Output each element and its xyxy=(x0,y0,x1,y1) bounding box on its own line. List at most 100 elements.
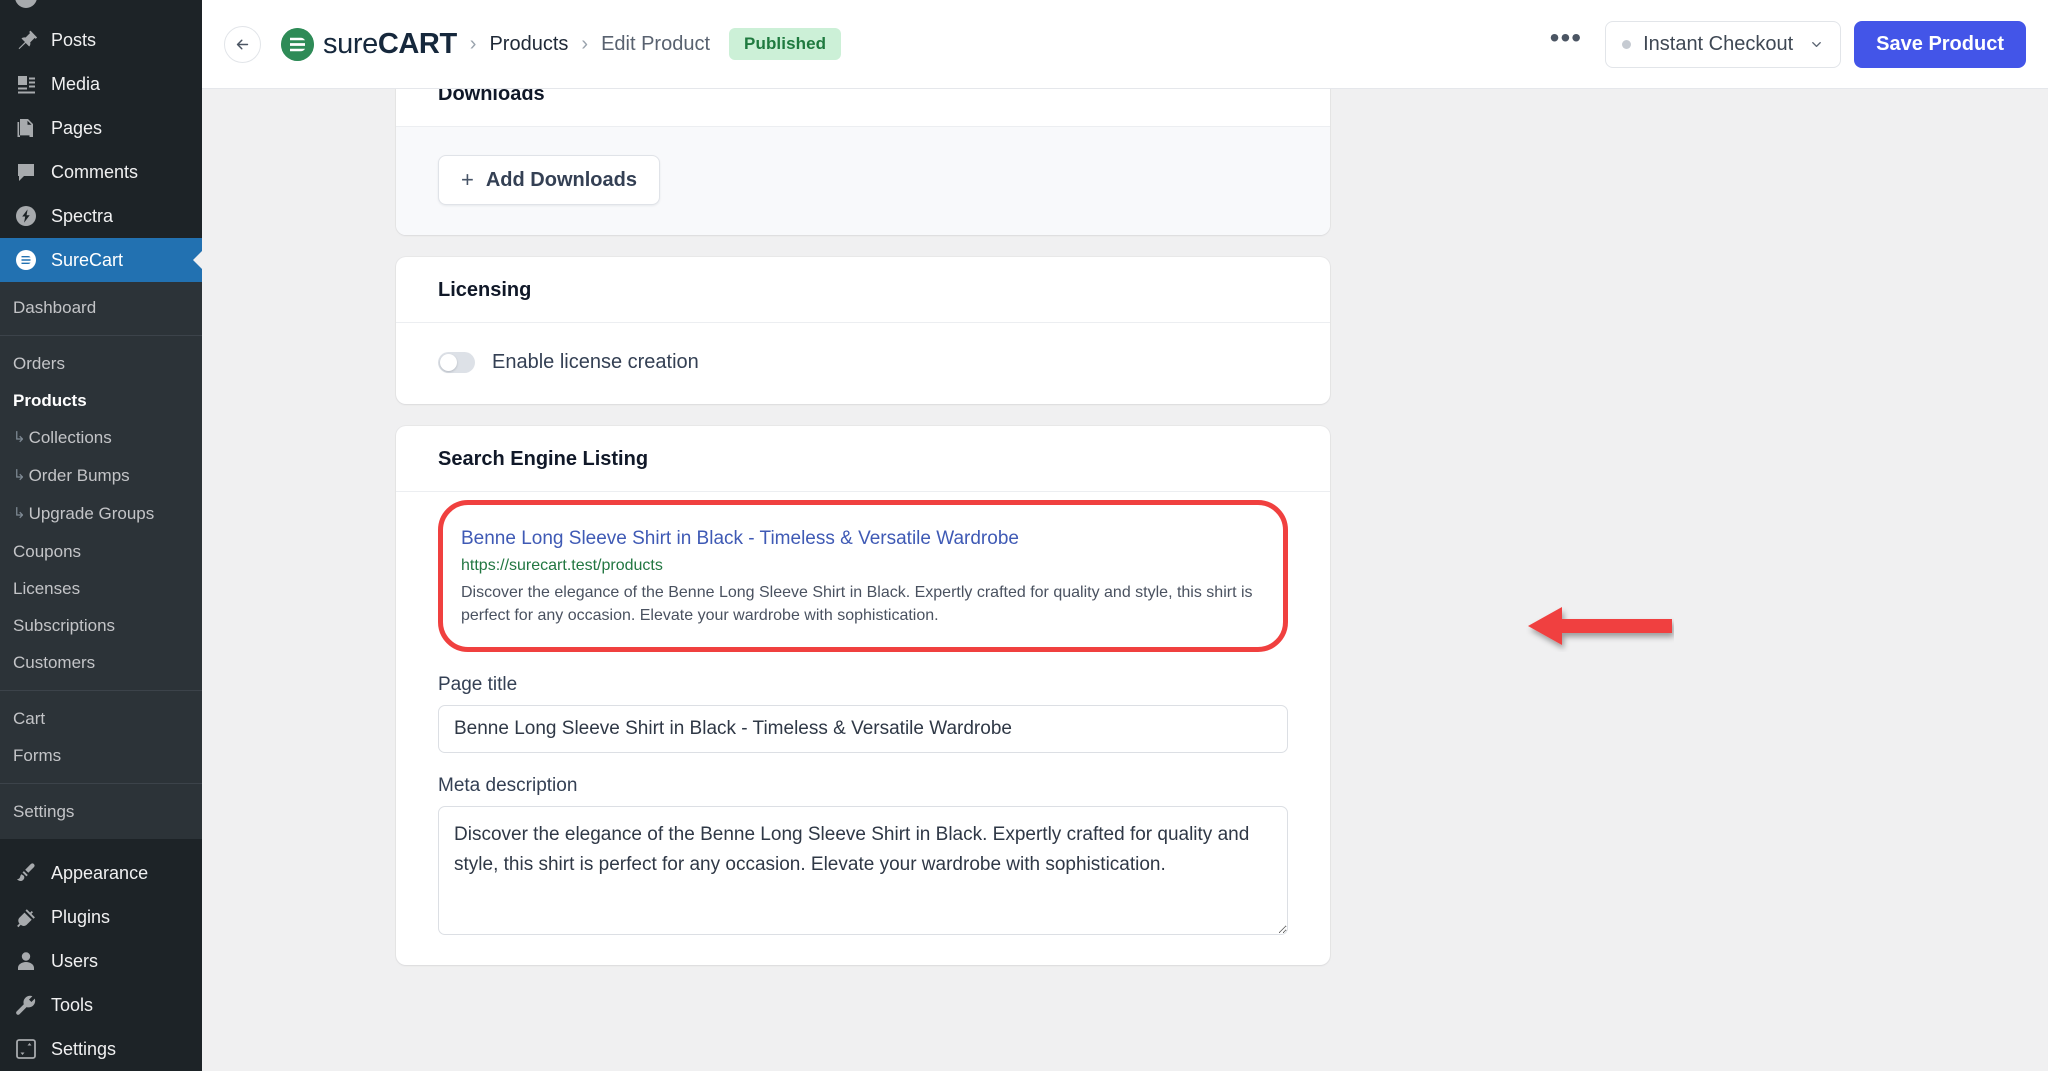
sidebar-item-surecart[interactable]: SureCart xyxy=(0,238,202,282)
sidebar-subitem-label: Collections xyxy=(28,428,112,447)
topbar-actions: ••• Instant Checkout Save Product xyxy=(1537,20,2026,68)
licensing-card: Licensing Enable license creation xyxy=(396,257,1330,404)
surecart-brand[interactable]: sureCART xyxy=(281,27,457,61)
sidebar-subitem-label: Upgrade Groups xyxy=(28,504,155,523)
sidebar-subitem-settings[interactable]: Settings xyxy=(0,793,202,830)
surecart-wordmark: sureCART xyxy=(323,28,457,61)
submenu-divider xyxy=(0,783,202,784)
meta-description-textarea[interactable]: Discover the elegance of the Benne Long … xyxy=(438,806,1288,936)
sidebar-item-label: Pages xyxy=(51,118,103,138)
checkout-type-select[interactable]: Instant Checkout xyxy=(1605,20,1842,68)
back-button[interactable] xyxy=(224,25,261,63)
chevron-down-icon xyxy=(1812,41,1822,47)
sidebar-subitem-label: Subscriptions xyxy=(13,616,116,635)
sidebar-subitem-label: Settings xyxy=(13,802,75,821)
enable-license-creation-row[interactable]: Enable license creation xyxy=(438,351,1288,374)
sidebar-item-label: Tools xyxy=(51,995,94,1015)
meta-description-label: Meta description xyxy=(438,775,578,797)
surecart-logo-icon xyxy=(281,27,314,61)
sidebar-item-plugins[interactable]: Plugins xyxy=(0,895,202,939)
enable-license-creation-toggle[interactable] xyxy=(438,352,475,373)
sidebar-item-comments[interactable]: Comments xyxy=(0,150,202,194)
add-downloads-button[interactable]: + Add Downloads xyxy=(438,155,660,205)
sidebar-subitem-licenses[interactable]: Licenses xyxy=(0,570,202,607)
downloads-card: Downloads + Add Downloads xyxy=(396,89,1330,235)
main-region: sureCART › Products › Edit Product Publi… xyxy=(202,0,2048,1071)
wrench-icon xyxy=(13,992,39,1018)
sidebar-item-label: Plugins xyxy=(51,907,111,927)
downloads-title: Downloads xyxy=(438,89,545,105)
brand-cart-text: CART xyxy=(377,27,457,60)
sidebar-subitem-upgrade-groups[interactable]: ↳ Upgrade Groups xyxy=(0,495,202,533)
pages-icon xyxy=(13,115,39,141)
sidebar-item-users[interactable]: Users xyxy=(0,939,202,983)
serp-preview-url: https://surecart.test/products xyxy=(461,556,663,574)
seo-title: Search Engine Listing xyxy=(438,448,649,470)
sidebar-subitem-order-bumps[interactable]: ↳ Order Bumps xyxy=(0,457,202,495)
child-arrow-icon: ↳ xyxy=(13,505,26,522)
downloads-card-body: + Add Downloads xyxy=(396,127,1330,235)
sidebar-subitem-cart[interactable]: Cart xyxy=(0,700,202,737)
surecart-icon xyxy=(13,247,39,273)
submenu-divider xyxy=(0,335,202,336)
spectra-icon xyxy=(13,203,39,229)
seo-fields: Page title Meta description Discover the… xyxy=(396,674,1330,965)
licensing-title: Licensing xyxy=(438,279,532,301)
status-dot-icon xyxy=(1622,39,1632,49)
page-title-label: Page title xyxy=(438,674,518,696)
submenu-divider xyxy=(0,690,202,691)
sidebar-subitem-label: Forms xyxy=(13,746,62,765)
save-product-button[interactable]: Save Product xyxy=(1854,20,2026,68)
sidebar-item-label: Posts xyxy=(51,30,97,50)
sidebar-subitem-label: Order Bumps xyxy=(28,466,130,485)
wordpress-admin-sidebar: Posts Media Pages Comments Spectra SureC… xyxy=(0,0,202,1071)
comments-icon xyxy=(13,159,39,185)
sidebar-subitem-coupons[interactable]: Coupons xyxy=(0,533,202,570)
sidebar-item-tools[interactable]: Tools xyxy=(0,983,202,1027)
licensing-card-header: Licensing xyxy=(396,257,1330,323)
breadcrumb-products[interactable]: Products xyxy=(489,33,568,56)
sidebar-subitem-label: Licenses xyxy=(13,579,81,598)
checkout-type-label: Instant Checkout xyxy=(1643,32,1794,55)
page-title-input[interactable] xyxy=(438,705,1288,754)
sidebar-item-posts[interactable]: Posts xyxy=(0,18,202,62)
sidebar-item-label: Settings xyxy=(51,1039,117,1059)
sidebar-subitem-orders[interactable]: Orders xyxy=(0,345,202,382)
sidebar-item-settings[interactable]: Settings xyxy=(0,1027,202,1071)
breadcrumb-separator: › xyxy=(581,32,589,55)
downloads-card-header: Downloads xyxy=(396,89,1330,127)
brand-sure-text: sure xyxy=(323,27,378,60)
search-engine-listing-card: Search Engine Listing Benne Long Sleeve … xyxy=(396,426,1330,966)
sidebar-item-label: Spectra xyxy=(51,206,114,226)
sidebar-subitem-customers[interactable]: Customers xyxy=(0,644,202,681)
serp-preview-title: Benne Long Sleeve Shirt in Black - Timel… xyxy=(461,528,1019,549)
sidebar-subitem-collections[interactable]: ↳ Collections xyxy=(0,419,202,457)
sidebar-item-appearance[interactable]: Appearance xyxy=(0,851,202,895)
sidebar-subitem-forms[interactable]: Forms xyxy=(0,737,202,774)
sidebar-item-label: SureCart xyxy=(51,250,124,270)
sidebar-item-label: Comments xyxy=(51,162,139,182)
more-options-icon[interactable]: ••• xyxy=(1537,24,1595,55)
sidebar-item-label: Media xyxy=(51,74,101,94)
editor-topbar: sureCART › Products › Edit Product Publi… xyxy=(202,0,2048,89)
sidebar-subitem-label: Products xyxy=(13,391,87,410)
sidebar-cutoff-item xyxy=(0,0,202,18)
sidebar-subitem-products[interactable]: Products xyxy=(0,382,202,419)
sidebar-subitem-label: Cart xyxy=(13,709,46,728)
media-icon xyxy=(13,71,39,97)
breadcrumb-edit-product: Edit Product xyxy=(601,32,711,55)
sidebar-subitem-subscriptions[interactable]: Subscriptions xyxy=(0,607,202,644)
user-icon xyxy=(13,948,39,974)
sidebar-item-spectra[interactable]: Spectra xyxy=(0,194,202,238)
status-badge: Published xyxy=(729,28,842,60)
paintbrush-icon xyxy=(13,860,39,886)
breadcrumb-separator: › xyxy=(469,32,477,55)
sidebar-subitem-label: Customers xyxy=(13,653,96,672)
sidebar-item-media[interactable]: Media xyxy=(0,62,202,106)
sidebar-subitem-dashboard[interactable]: Dashboard xyxy=(0,289,202,326)
editor-content-scroll[interactable]: Downloads + Add Downloads Licensing Enab… xyxy=(202,89,2048,1071)
enable-license-creation-label: Enable license creation xyxy=(492,351,699,373)
pin-icon xyxy=(13,27,39,53)
add-downloads-label: Add Downloads xyxy=(485,168,637,191)
sidebar-item-pages[interactable]: Pages xyxy=(0,106,202,150)
